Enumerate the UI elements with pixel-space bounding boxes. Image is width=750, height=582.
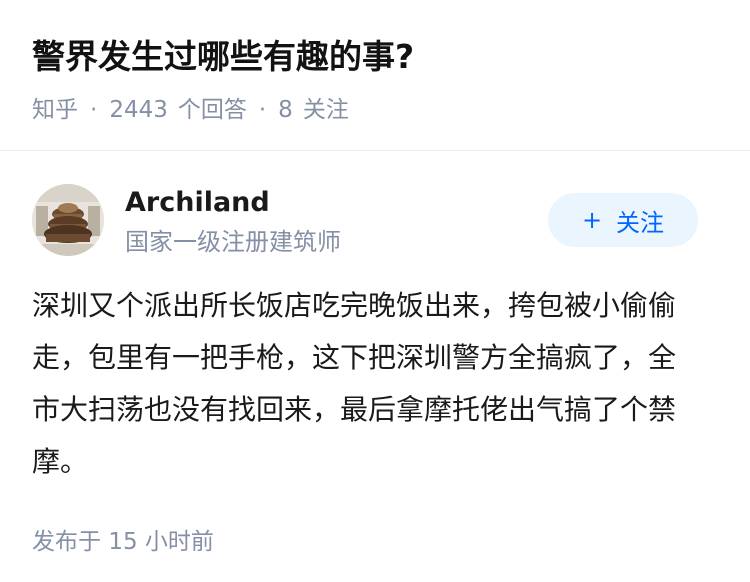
author-headline: 国家一级注册建筑师: [125, 228, 341, 256]
meta-separator: ·: [258, 97, 267, 123]
question-header: 警界发生过哪些有趣的事? 知乎 · 2443 个回答 · 8 关注: [0, 0, 750, 151]
follow-button-label: 关注: [616, 208, 665, 237]
plus-icon: +: [581, 206, 603, 234]
published-time: 15 小时前: [108, 529, 214, 555]
avatar-image: [32, 184, 104, 256]
author-name[interactable]: Archiland: [125, 184, 270, 222]
answer-count-label[interactable]: 个回答: [178, 94, 247, 126]
follow-count[interactable]: 8: [278, 94, 293, 126]
source-label[interactable]: 知乎: [32, 94, 78, 126]
answer-time: 发布于 15 小时前: [32, 526, 718, 558]
follow-count-label[interactable]: 关注: [303, 94, 349, 126]
question-title[interactable]: 警界发生过哪些有趣的事?: [32, 34, 718, 80]
question-meta: 知乎 · 2443 个回答 · 8 关注: [32, 94, 718, 126]
answer-card: Archiland 国家一级注册建筑师 + 关注 深圳又个派出所长饭店吃完晚饭出…: [0, 184, 750, 558]
follow-button[interactable]: + 关注: [548, 193, 698, 247]
meta-separator: ·: [90, 97, 98, 123]
published-prefix: 发布于: [32, 529, 101, 555]
avatar[interactable]: [32, 184, 104, 256]
answer-count[interactable]: 2443: [109, 94, 168, 126]
author-row: Archiland 国家一级注册建筑师 + 关注: [32, 184, 718, 284]
answer-content[interactable]: 深圳又个派出所长饭店吃完晚饭出来，挎包被小偷偷走，包里有一把手枪，这下把深圳警方…: [32, 280, 702, 488]
